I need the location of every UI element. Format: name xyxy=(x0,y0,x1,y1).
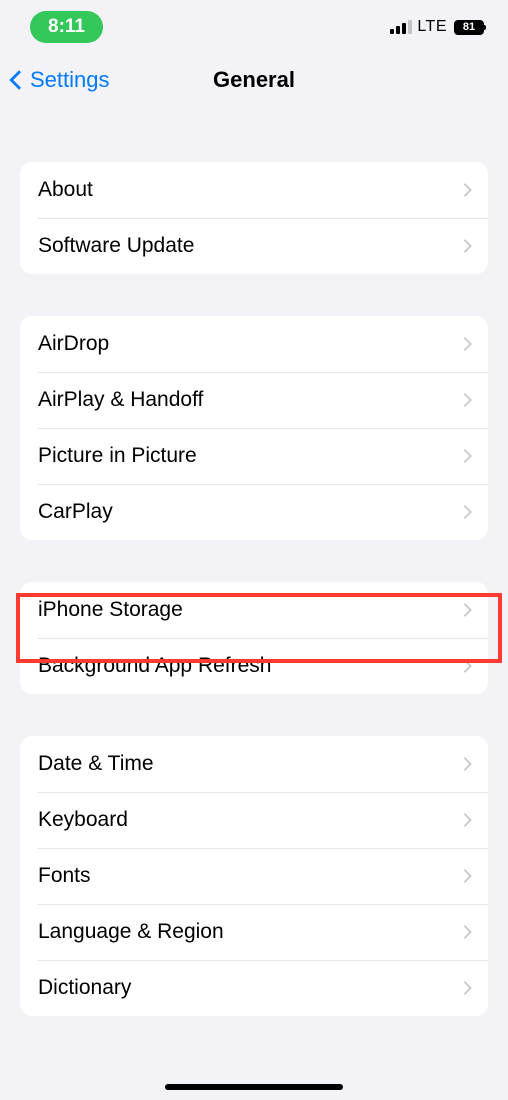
row-airplay-handoff[interactable]: AirPlay & Handoff xyxy=(20,372,488,428)
row-label: AirDrop xyxy=(38,332,109,356)
settings-group: About Software Update xyxy=(20,162,488,274)
row-label: Date & Time xyxy=(38,752,154,776)
row-label: Background App Refresh xyxy=(38,654,271,678)
row-software-update[interactable]: Software Update xyxy=(20,218,488,274)
battery-percent: 81 xyxy=(463,21,475,33)
chevron-right-icon xyxy=(458,603,472,617)
row-background-app-refresh[interactable]: Background App Refresh xyxy=(20,638,488,694)
row-label: iPhone Storage xyxy=(38,598,183,622)
status-bar: 8:11 LTE 81 xyxy=(0,0,508,54)
row-airdrop[interactable]: AirDrop xyxy=(20,316,488,372)
row-label: Language & Region xyxy=(38,920,224,944)
back-label: Settings xyxy=(30,67,110,93)
network-type: LTE xyxy=(417,18,447,36)
home-indicator[interactable] xyxy=(165,1084,343,1090)
settings-group: Date & Time Keyboard Fonts Language & Re… xyxy=(20,736,488,1016)
settings-group: AirDrop AirPlay & Handoff Picture in Pic… xyxy=(20,316,488,540)
cellular-signal-icon xyxy=(390,20,412,34)
row-dictionary[interactable]: Dictionary xyxy=(20,960,488,1016)
nav-header: Settings General xyxy=(0,54,508,106)
row-about[interactable]: About xyxy=(20,162,488,218)
chevron-right-icon xyxy=(458,505,472,519)
chevron-right-icon xyxy=(458,981,472,995)
row-label: Fonts xyxy=(38,864,91,888)
row-label: Software Update xyxy=(38,234,194,258)
row-fonts[interactable]: Fonts xyxy=(20,848,488,904)
row-label: CarPlay xyxy=(38,500,113,524)
row-label: Dictionary xyxy=(38,976,131,1000)
chevron-right-icon xyxy=(458,757,472,771)
chevron-right-icon xyxy=(458,659,472,673)
chevron-right-icon xyxy=(458,393,472,407)
row-keyboard[interactable]: Keyboard xyxy=(20,792,488,848)
row-carplay[interactable]: CarPlay xyxy=(20,484,488,540)
battery-icon: 81 xyxy=(454,20,484,35)
row-iphone-storage[interactable]: iPhone Storage xyxy=(20,582,488,638)
chevron-right-icon xyxy=(458,813,472,827)
chevron-right-icon xyxy=(458,869,472,883)
settings-group: iPhone Storage Background App Refresh xyxy=(20,582,488,694)
status-right: LTE 81 xyxy=(390,18,484,36)
row-label: Picture in Picture xyxy=(38,444,197,468)
row-label: Keyboard xyxy=(38,808,128,832)
row-picture-in-picture[interactable]: Picture in Picture xyxy=(20,428,488,484)
row-language-region[interactable]: Language & Region xyxy=(20,904,488,960)
chevron-right-icon xyxy=(458,449,472,463)
row-label: About xyxy=(38,178,93,202)
status-time-pill[interactable]: 8:11 xyxy=(30,11,103,43)
chevron-right-icon xyxy=(458,337,472,351)
chevron-right-icon xyxy=(458,239,472,253)
chevron-right-icon xyxy=(458,183,472,197)
row-label: AirPlay & Handoff xyxy=(38,388,203,412)
back-button[interactable]: Settings xyxy=(8,67,110,93)
row-date-time[interactable]: Date & Time xyxy=(20,736,488,792)
chevron-left-icon xyxy=(9,70,29,90)
chevron-right-icon xyxy=(458,925,472,939)
status-time: 8:11 xyxy=(48,16,85,37)
